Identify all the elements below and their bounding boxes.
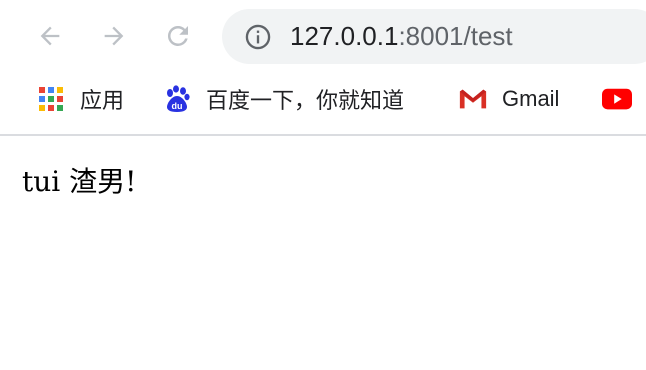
baidu-paw-icon: du xyxy=(162,84,192,114)
bookmark-label: 百度一下，你就知道 xyxy=(206,89,405,114)
url-host: 127.0.0.1 xyxy=(290,21,399,51)
url-path: :8001/test xyxy=(398,21,513,51)
url-text[interactable]: 127.0.0.1:8001/test xyxy=(290,21,513,51)
forward-button[interactable] xyxy=(94,16,134,56)
address-bar[interactable]: 127.0.0.1:8001/test xyxy=(222,9,646,64)
youtube-icon xyxy=(602,84,632,114)
forward-icon xyxy=(100,22,128,50)
page-body-text: tui 渣男! xyxy=(22,165,137,198)
back-icon xyxy=(36,22,64,50)
bookmark-apps[interactable]: 应用 xyxy=(36,84,124,114)
bookmarks-bar: 应用 du 百度一下，你就知道 Gmail xyxy=(0,72,646,134)
bookmark-gmail[interactable]: Gmail xyxy=(458,84,559,114)
bookmark-label: Gmail xyxy=(502,86,560,111)
gmail-icon xyxy=(458,84,488,114)
page-content: tui 渣男! xyxy=(0,136,646,370)
browser-toolbar: 127.0.0.1:8001/test xyxy=(0,0,646,72)
bookmark-youtube[interactable] xyxy=(602,84,632,114)
svg-text:du: du xyxy=(172,101,183,111)
apps-grid-icon xyxy=(36,84,66,114)
back-button[interactable] xyxy=(30,16,70,56)
reload-icon xyxy=(163,21,193,51)
bookmark-label: 应用 xyxy=(80,89,125,114)
info-icon[interactable] xyxy=(244,23,272,51)
bookmark-baidu[interactable]: du 百度一下，你就知道 xyxy=(162,84,404,114)
reload-button[interactable] xyxy=(158,16,198,56)
